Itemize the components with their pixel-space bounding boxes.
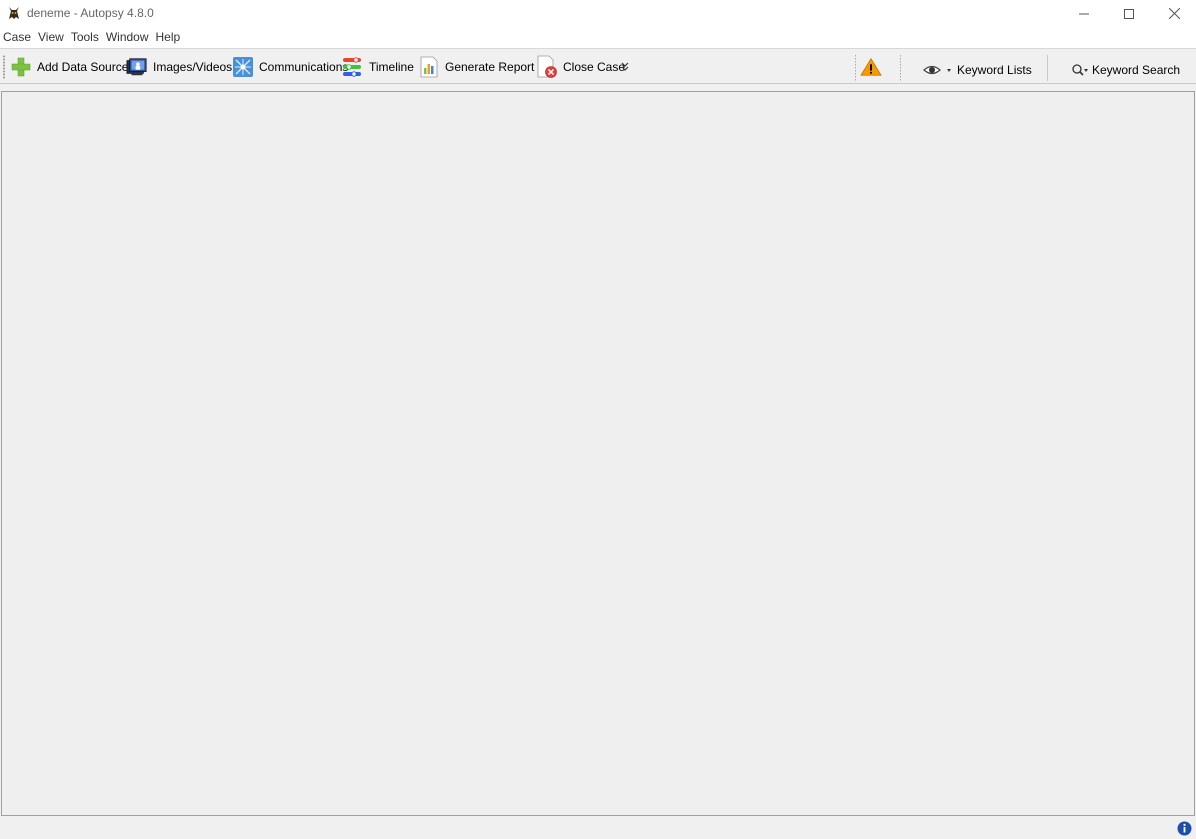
warning-icon	[860, 56, 882, 78]
toolbar-separator	[900, 55, 901, 81]
timeline-button[interactable]: Timeline	[342, 53, 414, 81]
autopsy-window: deneme - Autopsy 4.8.0 Case View Tools W…	[0, 0, 1196, 839]
add-data-source-button[interactable]: Add Data Source	[10, 53, 128, 81]
menu-case[interactable]: Case	[0, 27, 35, 48]
add-data-source-label: Add Data Source	[37, 60, 129, 74]
double-chevron-down-icon	[621, 62, 629, 71]
minimize-icon	[1079, 13, 1089, 14]
warning-button[interactable]	[860, 53, 887, 81]
toolbar-overflow-button[interactable]	[620, 53, 630, 81]
maximize-icon	[1124, 8, 1134, 19]
menu-tools[interactable]: Tools	[68, 27, 103, 48]
communications-label: Communications	[259, 60, 349, 74]
report-chart-icon	[418, 56, 440, 78]
toolbar-separator	[1047, 55, 1048, 81]
timeline-icon	[342, 56, 364, 78]
plus-icon	[10, 56, 32, 78]
info-icon[interactable]	[1177, 821, 1192, 836]
autopsy-dog-icon	[6, 5, 22, 21]
title-bar: deneme - Autopsy 4.8.0	[0, 0, 1196, 27]
main-content-panel	[1, 91, 1195, 816]
main-toolbar: Add Data Source Images/Videos Communicat…	[0, 48, 1196, 84]
close-window-button[interactable]	[1151, 0, 1196, 27]
keyword-search-label: Keyword Search	[1092, 63, 1181, 77]
minimize-button[interactable]	[1061, 0, 1107, 27]
window-title: deneme - Autopsy 4.8.0	[27, 6, 154, 20]
close-icon	[1168, 8, 1180, 19]
eye-icon	[923, 59, 951, 81]
menu-view[interactable]: View	[35, 27, 68, 48]
status-bar	[0, 817, 1196, 839]
communications-button[interactable]: Communications	[232, 53, 348, 81]
maximize-button[interactable]	[1106, 0, 1152, 27]
close-case-label: Close Case	[563, 60, 626, 74]
images-videos-button[interactable]: Images/Videos	[126, 53, 232, 81]
toolbar-separator	[855, 55, 856, 81]
images-videos-label: Images/Videos	[153, 60, 233, 74]
magnifier-icon	[1071, 59, 1089, 81]
communications-icon	[232, 56, 254, 78]
menu-window[interactable]: Window	[103, 27, 153, 48]
monitor-photo-icon	[126, 56, 148, 78]
keyword-lists-button[interactable]: Keyword Lists	[923, 56, 1032, 84]
close-case-icon	[536, 55, 558, 78]
generate-report-label: Generate Report	[445, 60, 535, 74]
close-case-button[interactable]: Close Case	[536, 53, 625, 81]
toolbar-grip[interactable]	[3, 55, 5, 79]
generate-report-button[interactable]: Generate Report	[418, 53, 534, 81]
keyword-lists-label: Keyword Lists	[957, 63, 1032, 77]
timeline-label: Timeline	[369, 60, 414, 74]
menu-bar: Case View Tools Window Help	[0, 27, 1196, 48]
menu-help[interactable]: Help	[153, 27, 185, 48]
keyword-search-button[interactable]: Keyword Search	[1071, 56, 1180, 84]
